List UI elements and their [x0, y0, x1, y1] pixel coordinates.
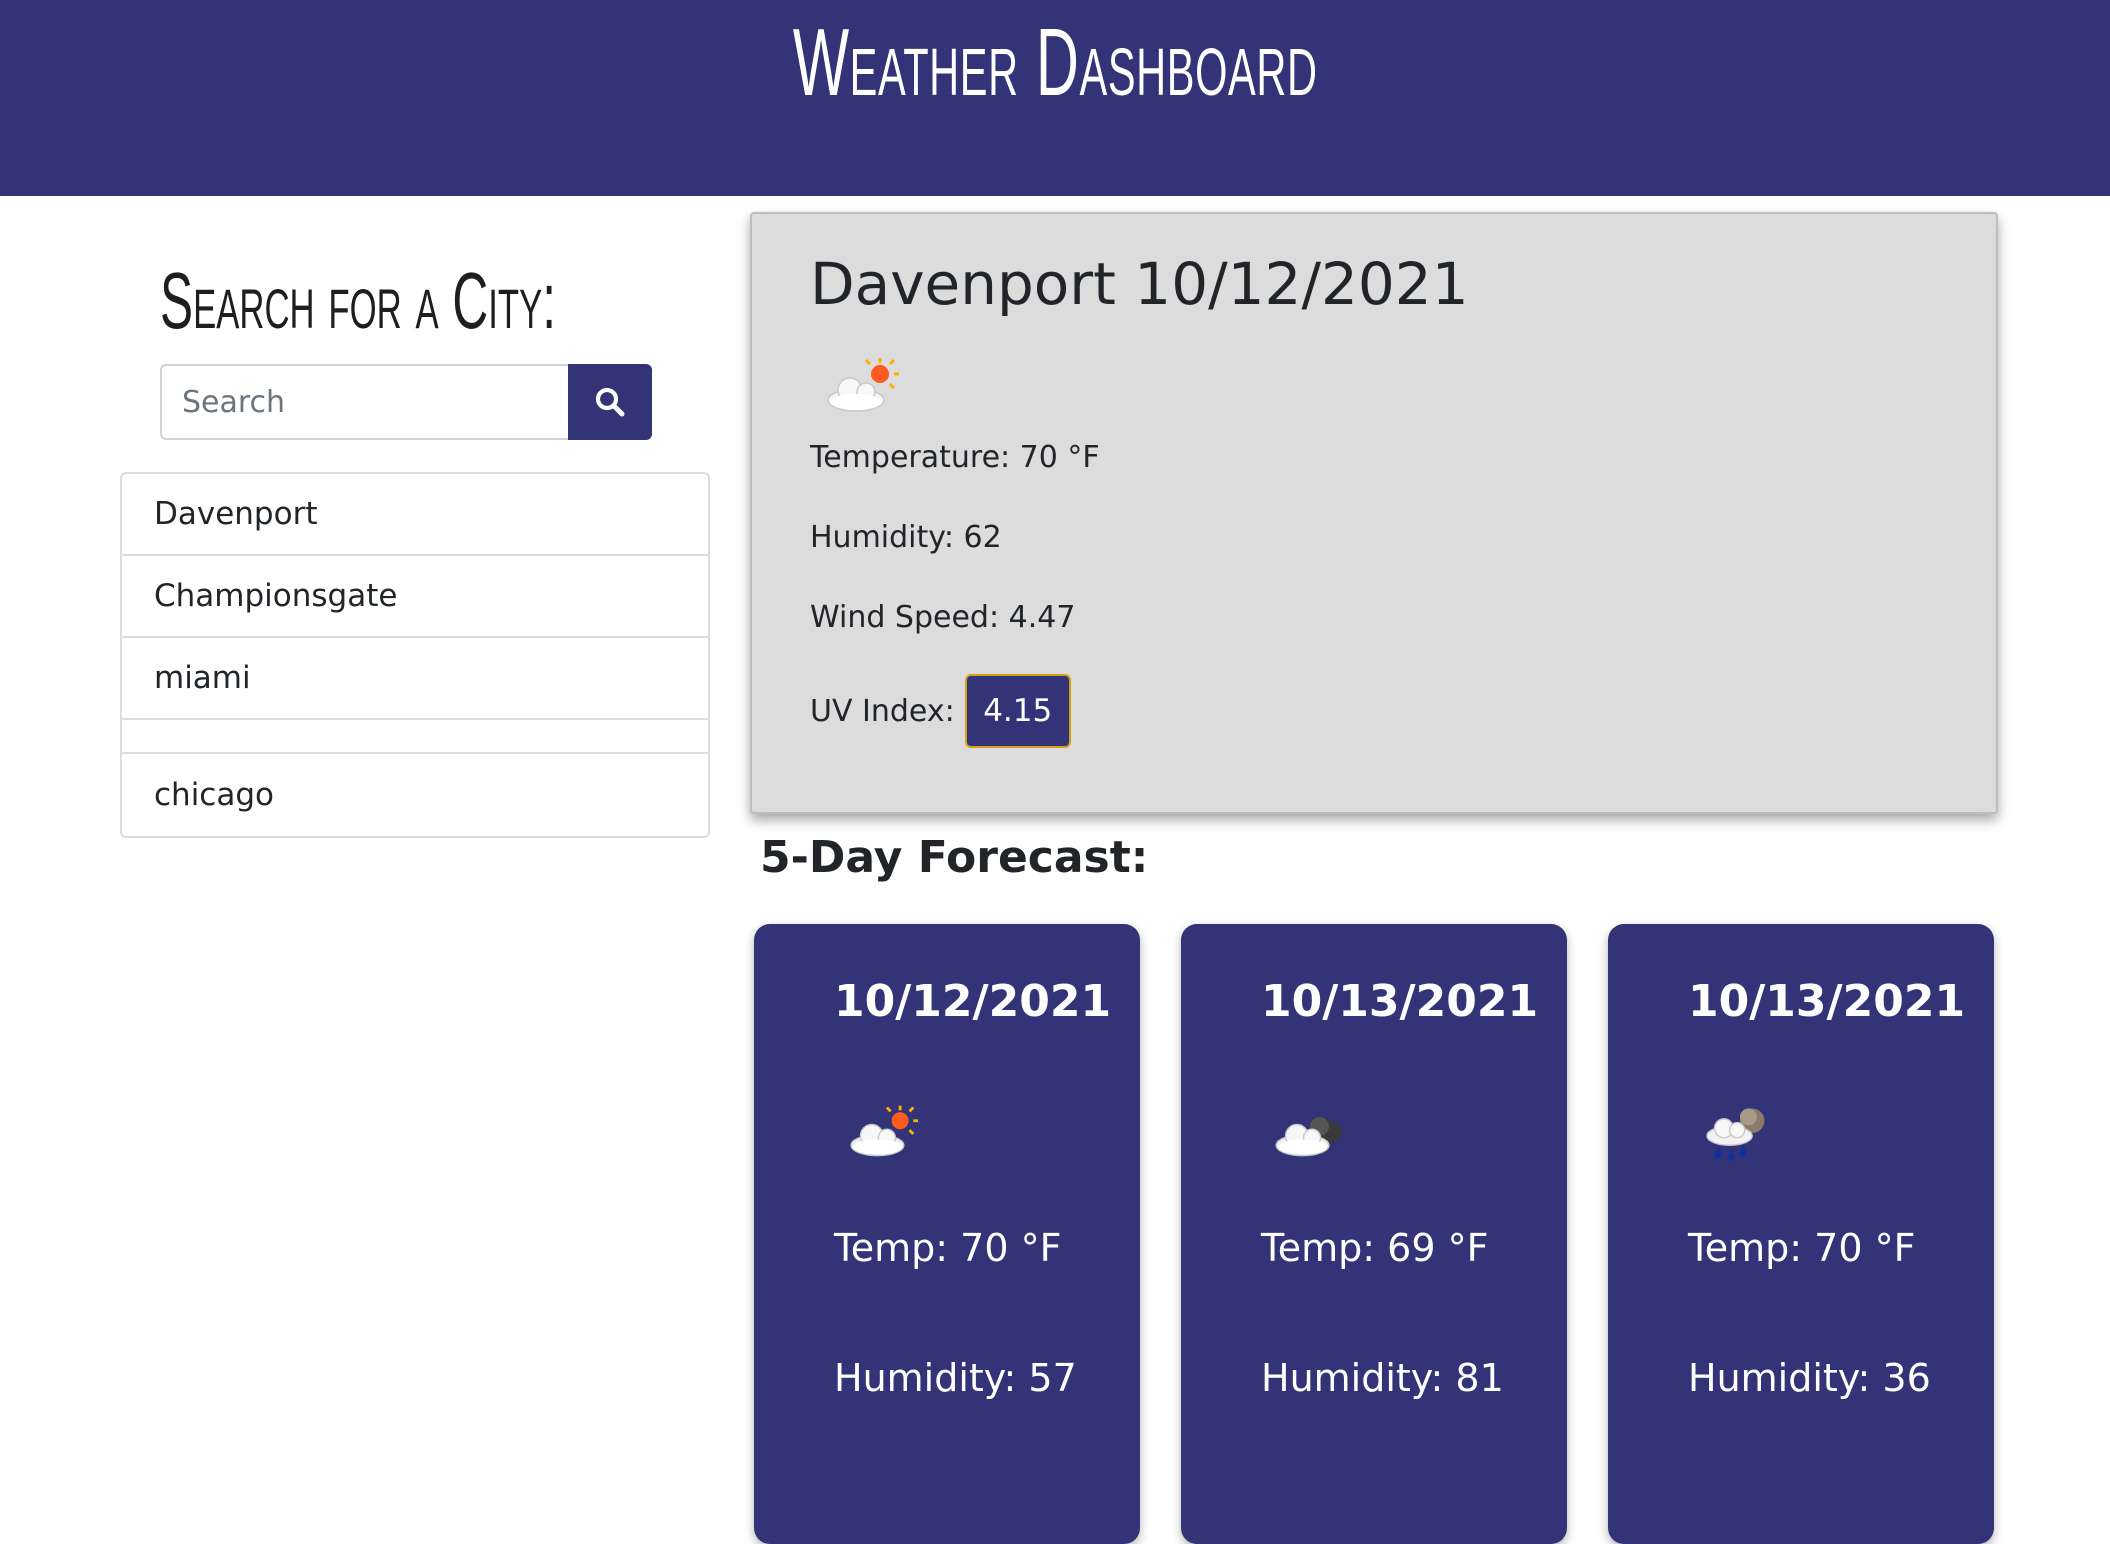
city-history-item[interactable] [122, 720, 708, 754]
forecast-date: 10/13/2021 [1688, 976, 1966, 1027]
search-group [160, 364, 652, 440]
city-history-item[interactable]: Championsgate [122, 556, 708, 638]
forecast-humidity: Humidity: 36 [1688, 1356, 1931, 1400]
forecast-date: 10/13/2021 [1261, 976, 1539, 1027]
forecast-date: 10/12/2021 [834, 976, 1112, 1027]
uv-index-label: UV Index: [810, 693, 955, 729]
uv-index-row: UV Index: 4.15 [810, 674, 1071, 748]
forecast-card: 10/13/2021 Temp: 69 °F Humidity: 81 [1181, 924, 1567, 1544]
uv-index-badge: 4.15 [964, 674, 1071, 748]
forecast-card: 10/13/2021 Temp: 70 °F Humidity: 36 [1608, 924, 1994, 1544]
city-history-list: Davenport Championsgate miami chicago [120, 472, 710, 838]
forecast-temperature: Temp: 70 °F [834, 1226, 1062, 1270]
rain-night-icon [1706, 1108, 1765, 1161]
city-history-item[interactable]: Davenport [122, 474, 708, 556]
current-temperature: Temperature: 70 °F [810, 440, 1100, 475]
partly-cloudy-day-icon [850, 1105, 918, 1157]
partly-cloudy-day-icon [827, 358, 899, 412]
search-input[interactable] [160, 364, 568, 440]
current-city-title: Davenport 10/12/2021 [810, 250, 1469, 318]
forecast-heading: 5-Day Forecast: [760, 832, 1149, 883]
search-icon [595, 387, 625, 417]
forecast-card: 10/12/2021 Temp: 70 °F Humidity: 57 [754, 924, 1140, 1544]
current-humidity: Humidity: 62 [810, 520, 1002, 555]
page-header: Weather Dashboard [0, 0, 2110, 196]
current-wind-speed: Wind Speed: 4.47 [810, 600, 1076, 635]
forecast-temperature: Temp: 69 °F [1261, 1226, 1489, 1270]
search-button[interactable] [568, 364, 652, 440]
current-weather-card: Davenport 10/12/2021 Temperature: 70 °F … [750, 212, 1998, 814]
page-title: Weather Dashboard [792, 8, 1318, 116]
forecast-humidity: Humidity: 57 [834, 1356, 1077, 1400]
forecast-humidity: Humidity: 81 [1261, 1356, 1504, 1400]
search-heading: Search for a City: [160, 256, 557, 345]
city-history-item[interactable]: miami [122, 638, 708, 720]
city-history-item[interactable]: chicago [122, 754, 708, 836]
forecast-temperature: Temp: 70 °F [1688, 1226, 1916, 1270]
partly-cloudy-night-icon [1275, 1116, 1343, 1157]
